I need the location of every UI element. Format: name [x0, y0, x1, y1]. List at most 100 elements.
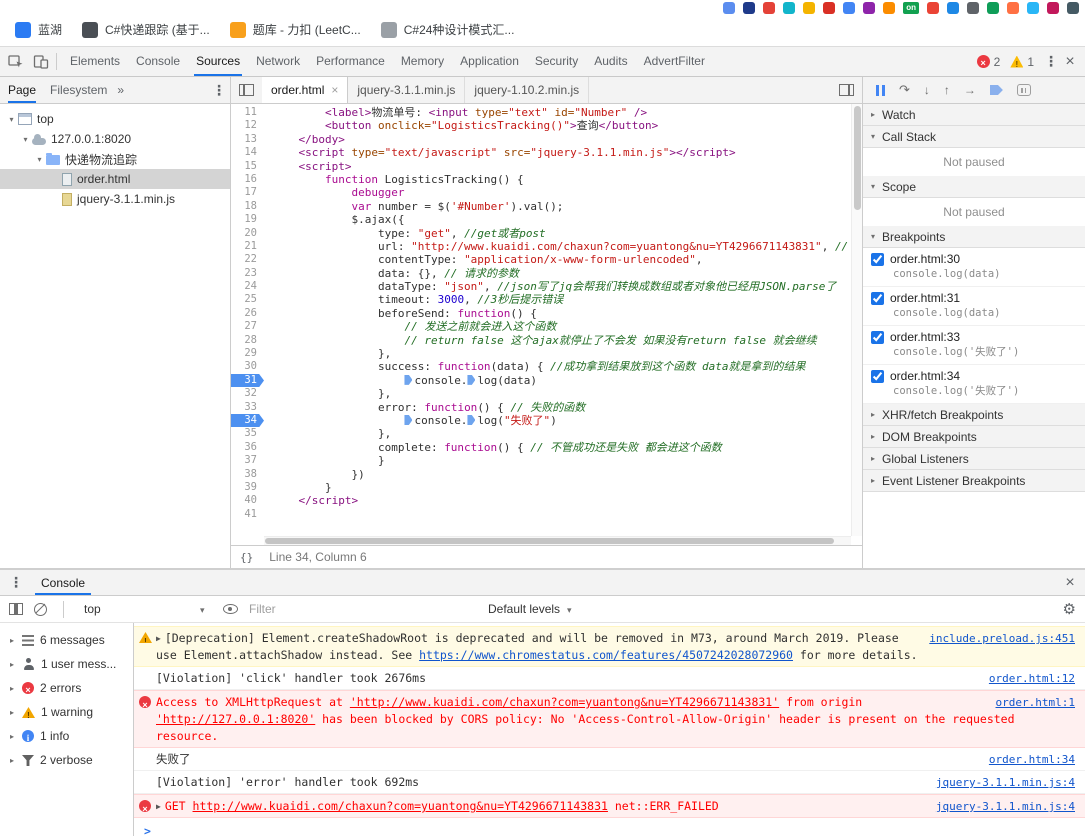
drawer-menu-icon[interactable]	[9, 574, 19, 591]
code-editor[interactable]: 11 <label>物流单号: <input type="text" id="N…	[231, 104, 862, 545]
line-number[interactable]: 23	[231, 267, 264, 280]
breakpoint-line-number[interactable]: 34	[231, 414, 264, 427]
step-icon[interactable]	[964, 83, 976, 97]
line-number[interactable]: 26	[231, 307, 264, 320]
extension-icon[interactable]	[1007, 2, 1019, 14]
toggle-debugger-icon[interactable]	[839, 84, 854, 96]
code-line[interactable]: 27 // 发送之前就会进入这个函数	[231, 320, 851, 333]
navigator-menu-icon[interactable]	[212, 82, 222, 99]
horizontal-scrollbar[interactable]	[264, 536, 851, 545]
line-number[interactable]: 36	[231, 441, 264, 454]
line-number[interactable]: 25	[231, 293, 264, 306]
line-number[interactable]: 15	[231, 160, 264, 173]
section-breakpoints[interactable]: ▾Breakpoints	[863, 226, 1085, 248]
tree-item[interactable]: ▾快递物流追踪	[0, 149, 230, 169]
breakpoint-entry[interactable]: order.html:34console.log('失败了')	[863, 365, 1085, 404]
close-devtools-icon[interactable]	[1064, 53, 1076, 71]
code-line[interactable]: 40 </script>	[231, 494, 851, 507]
close-tab-icon[interactable]	[331, 83, 338, 97]
bookmark-item[interactable]: C#24种设计模式汇...	[374, 18, 522, 41]
code-line[interactable]: 11 <label>物流单号: <input type="text" id="N…	[231, 106, 851, 119]
console-sidebar-item[interactable]: ▸2 errors	[0, 676, 133, 700]
pretty-print-button[interactable]: {}	[240, 551, 253, 564]
error-badge[interactable]: 2	[977, 55, 1001, 69]
navigator-tab-filesystem[interactable]: Filesystem	[50, 77, 107, 103]
chevron-expanded-icon[interactable]: ▾	[34, 155, 45, 164]
line-number[interactable]: 20	[231, 227, 264, 240]
tree-item[interactable]: ▾127.0.0.1:8020	[0, 129, 230, 149]
code-line[interactable]: 13 </body>	[231, 133, 851, 146]
scrollbar-thumb[interactable]	[265, 538, 834, 544]
extension-icon[interactable]	[1067, 2, 1079, 14]
tab-performance[interactable]: Performance	[308, 47, 393, 76]
code-line[interactable]: 39 }	[231, 481, 851, 494]
expand-arrow-icon[interactable]: ▶	[156, 630, 161, 647]
vertical-scrollbar[interactable]	[851, 104, 862, 536]
code-line[interactable]: 23 data: {}, // 请求的参数	[231, 267, 851, 280]
section-watch[interactable]: ▸Watch	[863, 104, 1085, 126]
section-call-stack[interactable]: ▾Call Stack	[863, 126, 1085, 148]
code-line[interactable]: 34 console.log("失败了")	[231, 414, 851, 427]
close-drawer-icon[interactable]	[1064, 574, 1076, 592]
line-number[interactable]: 18	[231, 200, 264, 213]
inline-breakpoint-icon[interactable]	[467, 375, 475, 385]
live-expression-eye-icon[interactable]	[223, 604, 238, 614]
breakpoint-checkbox[interactable]	[871, 331, 884, 344]
line-number[interactable]: 12	[231, 119, 264, 132]
context-selector[interactable]: top	[80, 599, 212, 619]
tree-item[interactable]: ▾top	[0, 109, 230, 129]
bookmark-item[interactable]: 蓝湖	[8, 18, 69, 41]
tab-audits[interactable]: Audits	[586, 47, 635, 76]
console-sidebar-item[interactable]: ▸1 user mess...	[0, 652, 133, 676]
code-line[interactable]: 15 <script>	[231, 160, 851, 173]
breakpoint-entry[interactable]: order.html:30console.log(data)	[863, 248, 1085, 287]
pause-on-exceptions-icon[interactable]	[1017, 84, 1031, 96]
console-sidebar-item[interactable]: ▸2 verbose	[0, 748, 133, 772]
extension-icon[interactable]	[843, 2, 855, 14]
clear-console-icon[interactable]	[34, 603, 47, 616]
code-line[interactable]: 24 dataType: "json", //json写了jq会帮我们转换成数组…	[231, 280, 851, 293]
line-number[interactable]: 19	[231, 213, 264, 226]
editor-tab[interactable]: order.html	[262, 77, 348, 103]
line-number[interactable]: 40	[231, 494, 264, 507]
step-into-icon[interactable]	[924, 83, 930, 97]
extension-icon[interactable]	[723, 2, 735, 14]
line-number[interactable]: 22	[231, 253, 264, 266]
console-settings-gear-icon[interactable]	[1063, 600, 1076, 618]
extension-icon[interactable]	[987, 2, 999, 14]
extension-icon[interactable]	[1027, 2, 1039, 14]
navigator-tab-page[interactable]: Page	[8, 77, 36, 103]
message-source-link[interactable]: jquery-3.1.1.min.js:4	[936, 774, 1075, 791]
tab-elements[interactable]: Elements	[62, 47, 128, 76]
code-line[interactable]: 31 console.log(data)	[231, 374, 851, 387]
filter-input[interactable]	[249, 602, 477, 616]
toggle-navigator-icon[interactable]	[239, 84, 254, 96]
inline-breakpoint-icon[interactable]	[404, 415, 412, 425]
editor-tab[interactable]: jquery-3.1.1.min.js	[348, 77, 465, 103]
extension-icon[interactable]	[743, 2, 755, 14]
line-number[interactable]: 38	[231, 468, 264, 481]
device-toolbar-icon[interactable]	[33, 54, 49, 70]
message-source-link[interactable]: order.html:12	[989, 670, 1075, 687]
section-dom-breakpoints[interactable]: ▸DOM Breakpoints	[863, 426, 1085, 448]
tab-network[interactable]: Network	[248, 47, 308, 76]
section-event-listener-breakpoints[interactable]: ▸Event Listener Breakpoints	[863, 470, 1085, 492]
section-global-listeners[interactable]: ▸Global Listeners	[863, 448, 1085, 470]
extension-on-badge[interactable]: on	[903, 2, 919, 14]
line-number[interactable]: 21	[231, 240, 264, 253]
section-xhr-fetch-breakpoints[interactable]: ▸XHR/fetch Breakpoints	[863, 404, 1085, 426]
pause-script-icon[interactable]	[876, 85, 885, 96]
line-number[interactable]: 24	[231, 280, 264, 293]
breakpoint-checkbox[interactable]	[871, 253, 884, 266]
tab-sources[interactable]: Sources	[188, 47, 248, 76]
message-source-link[interactable]: order.html:34	[989, 751, 1075, 768]
code-line[interactable]: 17 debugger	[231, 186, 851, 199]
tab-console-drawer[interactable]: Console	[27, 570, 99, 595]
code-line[interactable]: 32 },	[231, 387, 851, 400]
warning-badge[interactable]: 1	[1010, 55, 1034, 69]
line-number[interactable]: 13	[231, 133, 264, 146]
console-sidebar-item[interactable]: ▸6 messages	[0, 628, 133, 652]
line-number[interactable]: 30	[231, 360, 264, 373]
breakpoint-checkbox[interactable]	[871, 292, 884, 305]
line-number[interactable]: 37	[231, 454, 264, 467]
